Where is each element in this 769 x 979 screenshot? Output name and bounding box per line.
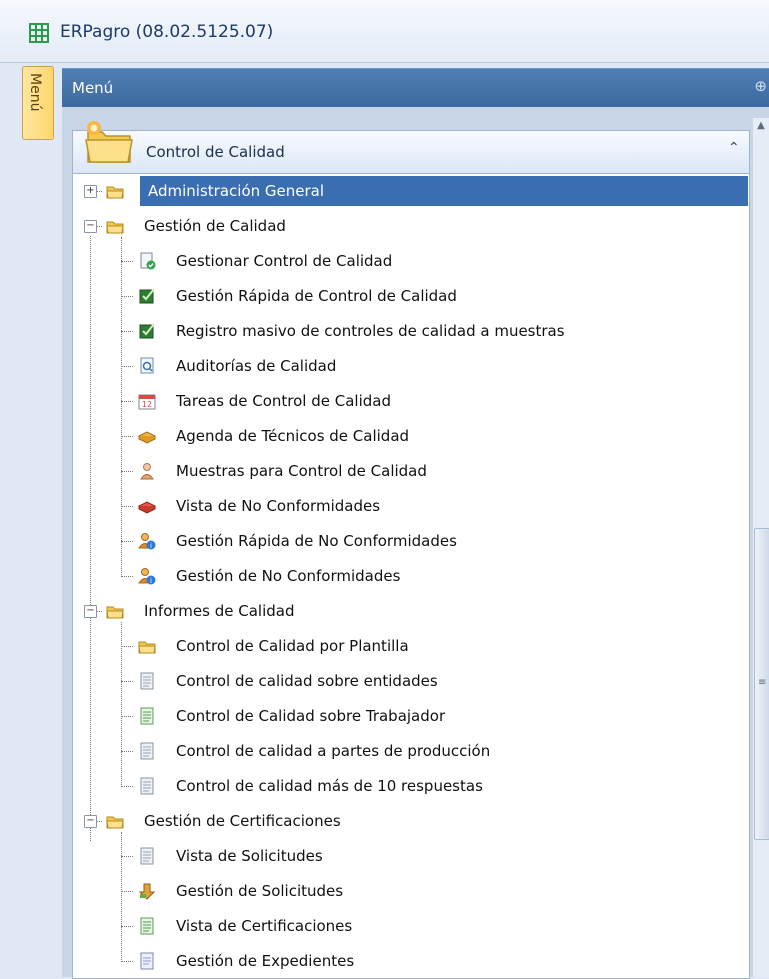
tree-node-label: Registro masivo de controles de calidad … (176, 322, 565, 340)
side-tab-menu[interactable]: Menú (22, 66, 54, 140)
grip-icon: ≡ (758, 677, 767, 688)
tree-node-label: Gestión de Solicitudes (176, 882, 344, 900)
folder-icon (106, 182, 124, 200)
tree-node[interactable]: Gestión de Solicitudes (80, 876, 748, 906)
tree-node[interactable]: Vista de Certificaciones (80, 911, 748, 941)
tree-node-label: Gestión de Calidad (144, 217, 286, 235)
folder-star-icon (85, 121, 133, 163)
side-tab-label: Menú (27, 73, 43, 112)
tree-node[interactable]: Gestionar Control de Calidad (80, 246, 748, 276)
tree-node-label: Control de Calidad sobre Trabajador (176, 707, 446, 725)
scroll-up-arrow-icon[interactable]: ▲ (753, 118, 769, 134)
window-title: ERPagro (08.02.5125.07) (60, 22, 274, 42)
tree-node-label: Vista de Solicitudes (176, 847, 323, 865)
tree-node-label: Gestión Rápida de Control de Calidad (176, 287, 457, 305)
tree-node-label: Agenda de Técnicos de Calidad (176, 427, 410, 445)
tree-node[interactable]: Control de calidad a partes de producció… (80, 736, 748, 766)
tree-node[interactable]: Vista de No Conformidades (80, 491, 748, 521)
double-chevron-up-icon[interactable]: ⌃ (728, 140, 740, 156)
pin-icon[interactable]: ⊕ (754, 77, 767, 95)
tree-node[interactable]: Control de Calidad sobre Trabajador (80, 701, 748, 731)
tree-node[interactable]: Administración General (140, 176, 748, 206)
expand-plus-icon[interactable]: + (84, 185, 97, 198)
tree-node[interactable]: Control de calidad más de 10 respuestas (80, 771, 748, 801)
tree-node-label: Muestras para Control de Calidad (176, 462, 427, 480)
tree-node-label: Gestión Rápida de No Conformidades (176, 532, 457, 550)
tree-node[interactable]: Auditorías de Calidad (80, 351, 748, 381)
vertical-scrollbar[interactable]: ▲ ≡ (753, 118, 769, 977)
grid-app-icon (29, 23, 49, 43)
tree-node[interactable]: Informes de Calidad (80, 596, 748, 626)
tree-node[interactable]: Gestión de No Conformidades (80, 561, 748, 591)
tree-node[interactable]: Control de Calidad por Plantilla (80, 631, 748, 661)
tree-node-label: Informes de Calidad (144, 602, 295, 620)
tree-node-label: Vista de Certificaciones (176, 917, 353, 935)
tree-node[interactable]: Gestión Rápida de Control de Calidad (80, 281, 748, 311)
tree-node[interactable]: Control de calidad sobre entidades (80, 666, 748, 696)
tree-node-label: Administración General (148, 182, 325, 200)
window-titlebar: ERPagro (08.02.5125.07) (0, 0, 769, 63)
tree-node-label: Control de calidad sobre entidades (176, 672, 438, 690)
group-title[interactable]: Control de Calidad (146, 143, 285, 161)
tree-node[interactable]: Vista de Solicitudes (80, 841, 748, 871)
tree-node-label: Gestión de Expedientes (176, 952, 355, 970)
tree-node[interactable]: Gestión de Expedientes (80, 946, 748, 976)
tree-node[interactable]: Muestras para Control de Calidad (80, 456, 748, 486)
tree-node-label: Gestión de No Conformidades (176, 567, 401, 585)
tree-node-label: Control de calidad más de 10 respuestas (176, 777, 483, 795)
side-rail (0, 63, 58, 977)
tree-node[interactable]: Agenda de Técnicos de Calidad (80, 421, 748, 451)
tree-node[interactable]: Registro masivo de controles de calidad … (80, 316, 748, 346)
menu-panel-title: Menú (72, 79, 114, 97)
tree-node-label: Auditorías de Calidad (176, 357, 337, 375)
tree-node[interactable]: Gestión Rápida de No Conformidades (80, 526, 748, 556)
tree-node[interactable]: Gestión de Calidad (80, 211, 748, 241)
tree-node[interactable]: Tareas de Control de Calidad (80, 386, 748, 416)
tree-node-label: Control de calidad a partes de producció… (176, 742, 491, 760)
tree-node-label: Control de Calidad por Plantilla (176, 637, 409, 655)
tree-node-label: Vista de No Conformidades (176, 497, 381, 515)
menu-panel-header: Menú ⊕ (62, 68, 769, 107)
tree-node-label: Gestión de Certificaciones (144, 812, 341, 830)
tree-node[interactable]: Gestión de Certificaciones (80, 806, 748, 836)
tree-node-label: Gestionar Control de Calidad (176, 252, 393, 270)
tree-node-label: Tareas de Control de Calidad (176, 392, 391, 410)
scroll-thumb[interactable]: ≡ (754, 528, 769, 840)
